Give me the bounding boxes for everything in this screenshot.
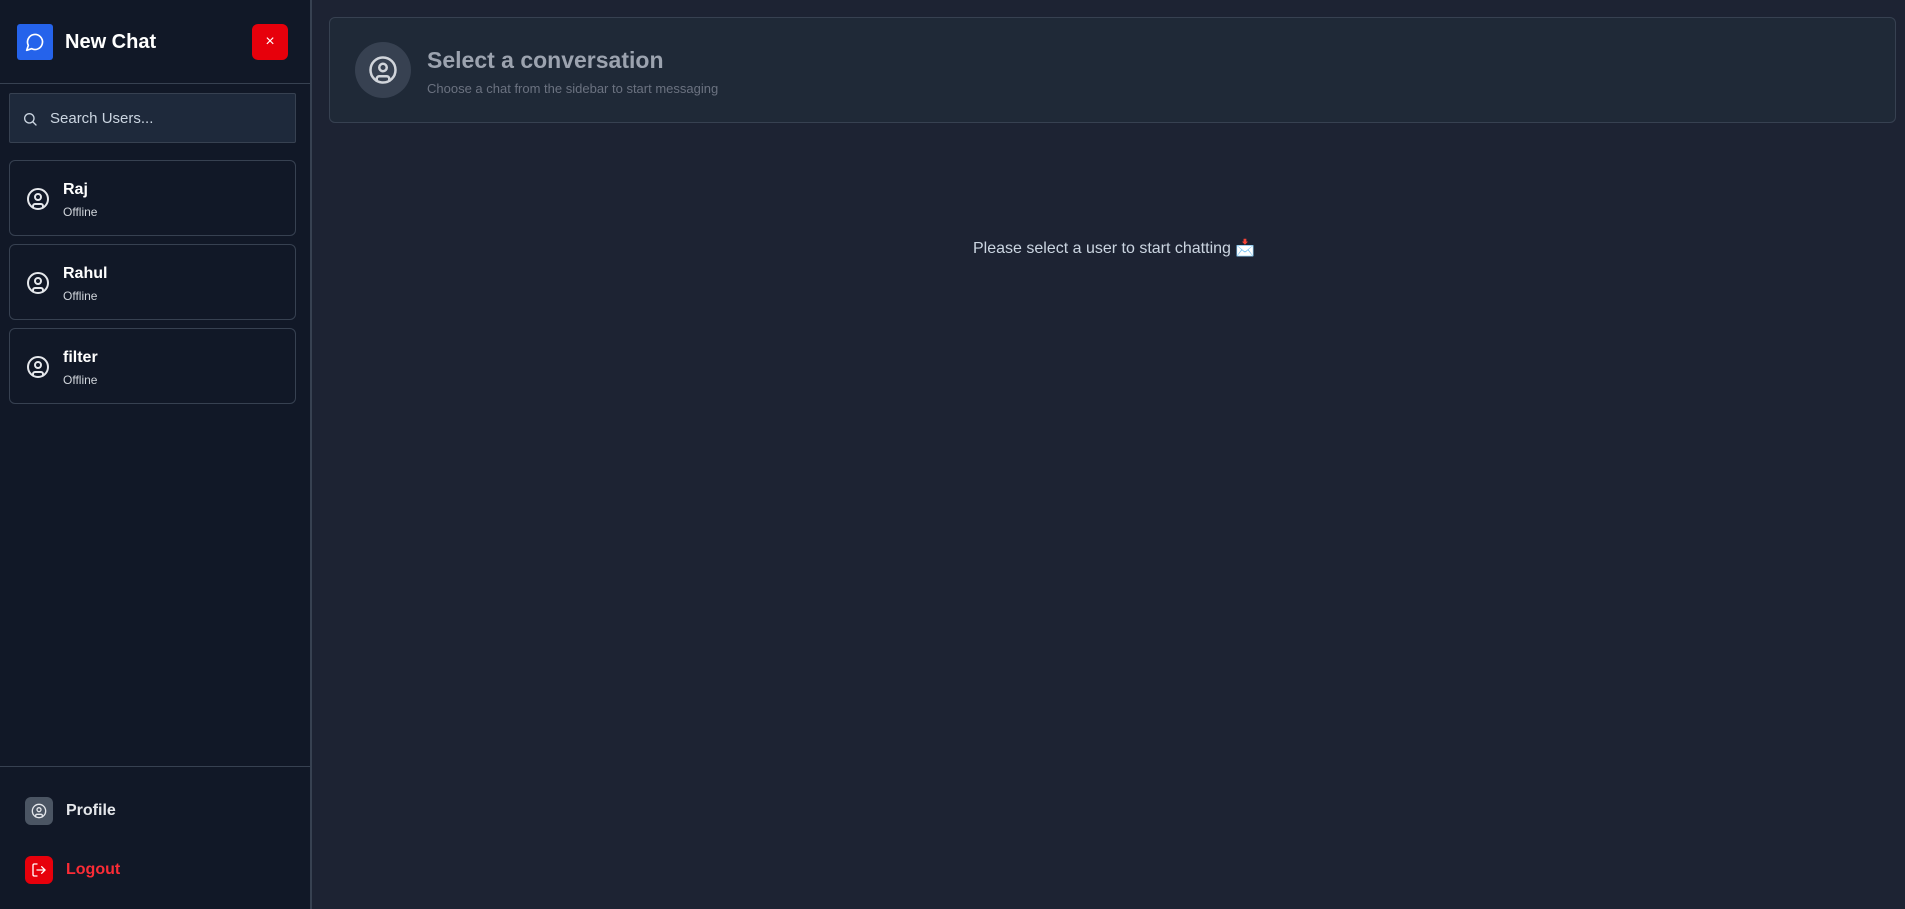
conversation-subtitle: Choose a chat from the sidebar to start … <box>427 81 719 96</box>
sidebar: New Chat × Raj Offline <box>0 0 312 909</box>
user-list-item[interactable]: filter Offline <box>9 328 296 404</box>
close-icon: × <box>265 33 275 50</box>
close-sidebar-button[interactable]: × <box>252 24 288 60</box>
logout-button[interactable]: Logout <box>25 856 120 884</box>
sidebar-footer: Profile Logout <box>0 766 310 909</box>
sidebar-header: New Chat × <box>0 0 310 84</box>
logout-label: Logout <box>66 861 121 878</box>
user-status: Offline <box>63 289 98 303</box>
user-list-item[interactable]: Rahul Offline <box>9 244 296 320</box>
user-name: Rahul <box>63 265 108 282</box>
chat-app: New Chat × Raj Offline <box>0 0 1905 909</box>
empty-state-message: Please select a user to start chatting 📩 <box>973 240 1256 257</box>
chat-header: Select a conversation Choose a chat from… <box>329 17 1896 123</box>
search-box <box>9 93 296 143</box>
user-avatar-icon <box>27 272 49 294</box>
search-users-input[interactable] <box>50 94 290 142</box>
user-status: Offline <box>63 205 98 219</box>
user-status: Offline <box>63 373 98 387</box>
chat-bubble-icon <box>17 24 53 60</box>
user-list-item[interactable]: Raj Offline <box>9 160 296 236</box>
user-avatar-icon <box>355 42 411 98</box>
conversation-title: Select a conversation <box>427 47 664 73</box>
profile-label: Profile <box>66 802 116 819</box>
search-icon <box>24 113 37 126</box>
user-avatar-icon <box>27 188 49 210</box>
user-avatar-icon <box>27 356 49 378</box>
logout-icon <box>25 856 53 884</box>
user-name: Raj <box>63 181 88 198</box>
brand-title: New Chat <box>65 31 157 53</box>
profile-icon <box>25 797 53 825</box>
user-name: filter <box>63 349 98 366</box>
profile-button[interactable]: Profile <box>25 797 116 825</box>
